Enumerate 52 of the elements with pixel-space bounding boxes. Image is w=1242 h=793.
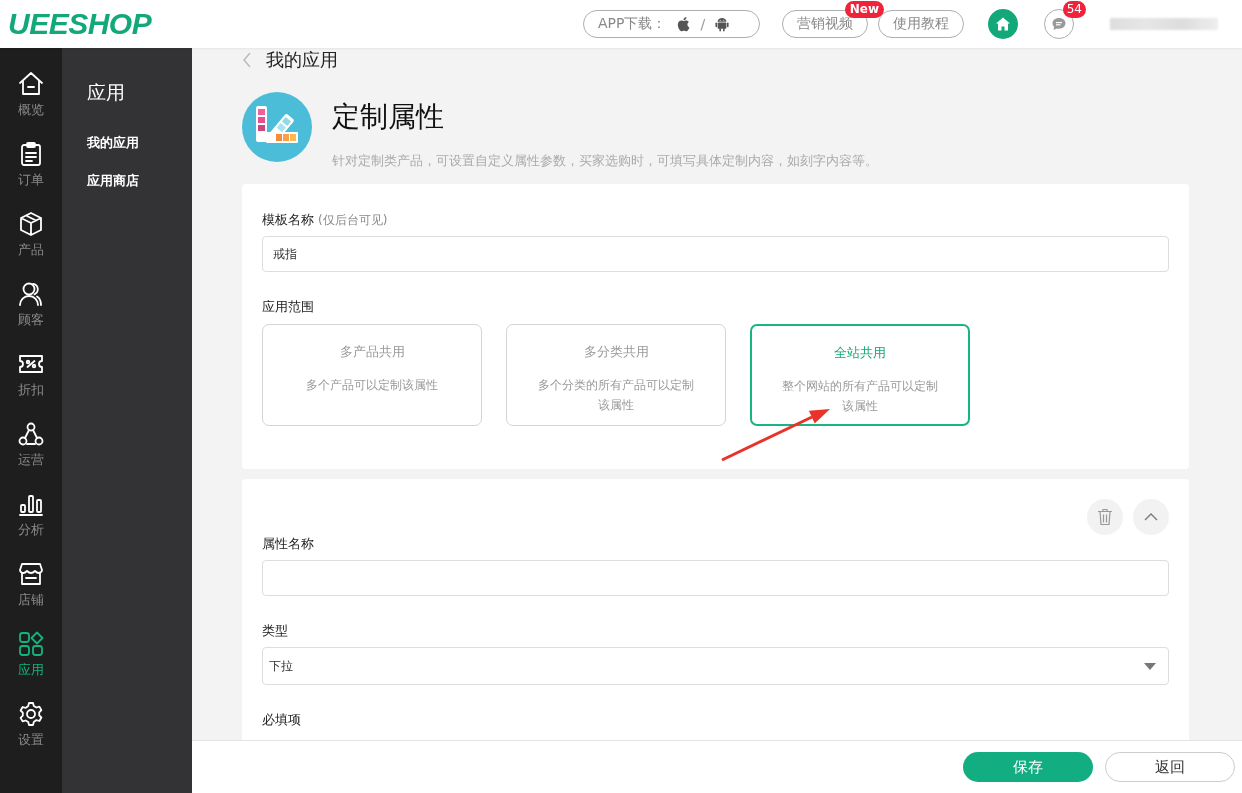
message-count-badge: 54 [1062, 1, 1086, 18]
field-label: 应用范围 [262, 298, 315, 316]
android-icon[interactable] [715, 16, 730, 32]
nav-rail-item[interactable]: 产品 [0, 210, 62, 280]
logo: UEESHOP [8, 7, 152, 41]
scope-option[interactable]: 多产品共用 多个产品可以定制该属性 [262, 324, 482, 426]
dropdown-caret-icon[interactable] [1144, 662, 1156, 670]
store-icon[interactable] [17, 560, 45, 588]
apps-grid-icon[interactable] [17, 630, 45, 658]
house-icon[interactable] [17, 70, 45, 98]
field-label: 属性名称 [262, 535, 315, 553]
people-icon[interactable] [17, 280, 45, 308]
nav-rail-item[interactable]: 概览 [0, 70, 62, 140]
cube-icon[interactable] [17, 210, 45, 238]
chevron-up-icon[interactable] [1144, 513, 1158, 521]
trash-icon[interactable] [1097, 508, 1113, 526]
nav-rail-item[interactable]: 店铺 [0, 560, 62, 630]
breadcrumb-link[interactable]: 我的应用 [266, 48, 338, 72]
nav-rail-item[interactable]: 顾客 [0, 280, 62, 350]
app-description: 针对定制类产品，可设置自定义属性参数，买家选购时，可填写具体定制内容，如刻字内容等。 [332, 152, 878, 170]
apple-icon[interactable] [676, 16, 691, 32]
delete-button[interactable] [1087, 499, 1123, 535]
nav-rail-item[interactable]: 折扣 [0, 350, 62, 420]
attribute-name-field[interactable] [262, 560, 1169, 596]
footer-button[interactable]: 保存 [963, 752, 1093, 782]
field-label: 模板名称 [262, 211, 314, 229]
sidebar-title: 应用 [87, 80, 125, 105]
app-title: 定制属性 [332, 99, 445, 135]
footer-button[interactable]: 返回 [1105, 752, 1235, 782]
home-icon[interactable] [995, 16, 1011, 32]
sidebar-item[interactable]: 我的应用 [87, 134, 139, 152]
network-icon[interactable] [17, 420, 45, 448]
scope-option[interactable]: 全站共用 整个网站的所有产品可以定制该属性 [750, 324, 970, 426]
nav-rail-item[interactable]: 分析 [0, 490, 62, 560]
color-swatch-icon [242, 92, 312, 162]
field-hint: (仅后台可见) [318, 212, 388, 229]
home-button[interactable] [988, 9, 1018, 39]
nav-rail-item[interactable]: 设置 [0, 700, 62, 770]
nav-rail-item[interactable]: 运营 [0, 420, 62, 490]
scope-option[interactable]: 多分类共用 多个分类的所有产品可以定制该属性 [506, 324, 726, 426]
nav-rail-item[interactable]: 订单 [0, 140, 62, 210]
type-select[interactable]: 下拉 [262, 647, 1169, 685]
chat-bubble-icon[interactable] [1051, 16, 1067, 32]
field-label: 必填项 [262, 711, 302, 729]
field-label: 类型 [262, 622, 289, 640]
new-badge: New [844, 1, 884, 18]
template-name-field[interactable]: 戒指 [262, 236, 1169, 272]
settings-icon[interactable] [17, 700, 45, 728]
nav-rail-item[interactable]: 应用 [0, 630, 62, 700]
separator-slash: / [700, 16, 706, 32]
sidebar-item[interactable]: 应用商店 [87, 172, 139, 190]
app-download-label: APP下载： [598, 15, 667, 33]
